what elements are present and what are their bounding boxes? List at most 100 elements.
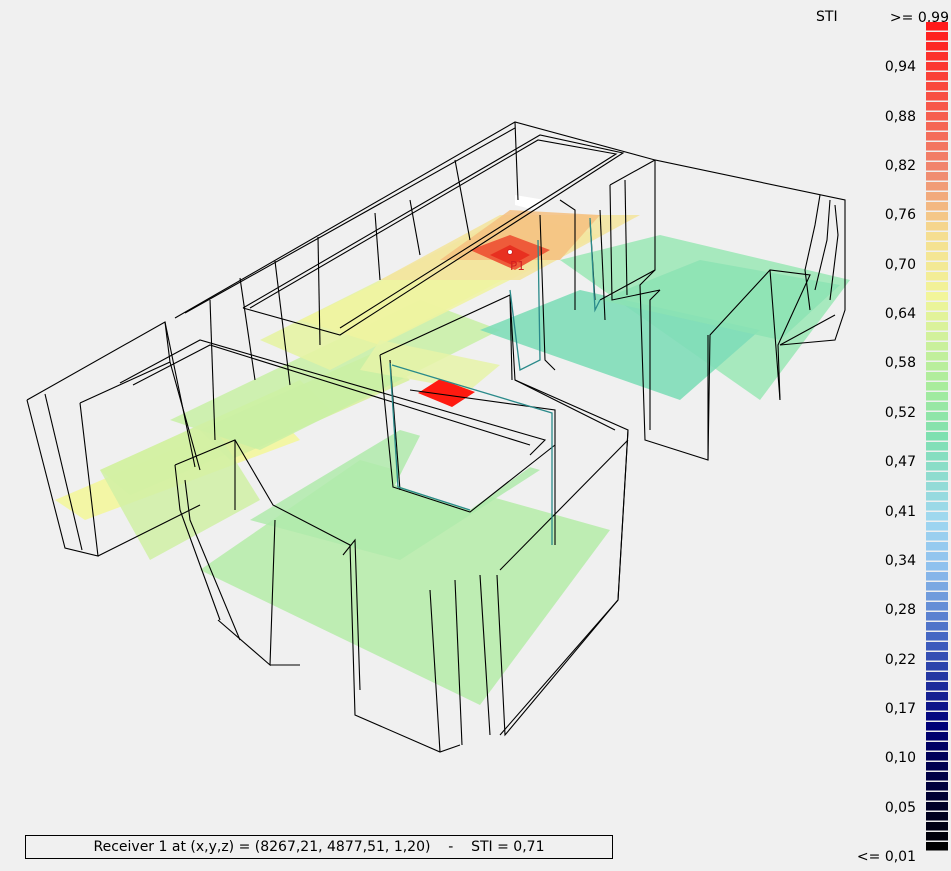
color-scale-band	[926, 92, 948, 101]
color-scale-band	[926, 762, 948, 771]
color-scale-band	[926, 132, 948, 141]
color-scale-band	[926, 112, 948, 121]
color-scale-band	[926, 642, 948, 651]
color-scale-band	[926, 352, 948, 361]
color-scale-band	[926, 292, 948, 301]
legend-title: STI	[816, 9, 838, 25]
legend-label: <= 0,01	[856, 849, 916, 865]
color-scale-band	[926, 772, 948, 781]
legend-label: 0,22	[884, 651, 916, 668]
color-scale-band	[926, 32, 948, 41]
color-scale-band	[926, 572, 948, 581]
color-scale-band	[926, 502, 948, 511]
legend-label: 0,34	[884, 552, 916, 569]
color-scale-band	[926, 672, 948, 681]
color-scale-band	[926, 312, 948, 321]
color-scale-band	[926, 812, 948, 821]
color-scale-band	[926, 752, 948, 761]
color-scale-band	[926, 412, 948, 421]
color-scale-band	[926, 322, 948, 331]
3d-viewport[interactable]: P1	[0, 0, 951, 871]
color-scale-band	[926, 362, 948, 371]
color-scale-band	[926, 682, 948, 691]
color-scale-band	[926, 382, 948, 391]
color-scale-band	[926, 182, 948, 191]
legend-label: 0,28	[884, 602, 916, 619]
legend-label: 0,82	[884, 158, 916, 175]
color-scale-band	[926, 102, 948, 111]
color-scale-band	[926, 52, 948, 61]
color-scale-band	[926, 422, 948, 431]
sti-color-scale	[926, 22, 948, 851]
color-scale-band	[926, 632, 948, 641]
color-scale-band	[926, 372, 948, 381]
color-scale-band	[926, 252, 948, 261]
color-scale-band	[926, 192, 948, 201]
color-scale-band	[926, 212, 948, 221]
color-scale-band	[926, 332, 948, 341]
color-scale-band	[926, 492, 948, 501]
color-scale-band	[926, 722, 948, 731]
legend-label: 0,52	[884, 404, 916, 421]
color-scale-band	[926, 652, 948, 661]
legend-label: 0,41	[884, 503, 916, 520]
legend-label: 0,47	[884, 454, 916, 471]
color-scale-band	[926, 22, 948, 31]
color-scale-band	[926, 842, 948, 851]
color-scale-band	[926, 792, 948, 801]
color-scale-band	[926, 402, 948, 411]
legend-label: 0,64	[884, 306, 916, 323]
legend-label: 0,76	[884, 207, 916, 224]
legend-label: 0,17	[884, 700, 916, 717]
legend-label: 0,88	[884, 108, 916, 125]
color-scale-band	[926, 822, 948, 831]
color-scale-band	[926, 522, 948, 531]
color-scale-band	[926, 692, 948, 701]
color-scale-band	[926, 442, 948, 451]
color-scale-band	[926, 622, 948, 631]
color-scale-band	[926, 262, 948, 271]
color-scale-band	[926, 612, 948, 621]
color-scale-band	[926, 62, 948, 71]
color-scale-band	[926, 172, 948, 181]
color-scale-band	[926, 542, 948, 551]
color-scale-band	[926, 702, 948, 711]
color-scale-band	[926, 482, 948, 491]
color-scale-band	[926, 462, 948, 471]
color-scale-band	[926, 472, 948, 481]
color-scale-band	[926, 662, 948, 671]
color-scale-band	[926, 602, 948, 611]
color-scale-band	[926, 122, 948, 131]
color-scale-band	[926, 302, 948, 311]
color-scale-band	[926, 582, 948, 591]
color-scale-band	[926, 532, 948, 541]
color-scale-band	[926, 202, 948, 211]
legend-label: 0,94	[884, 59, 916, 76]
color-scale-band	[926, 832, 948, 841]
legend-label: 0,70	[884, 256, 916, 273]
color-scale-band	[926, 552, 948, 561]
color-scale-band	[926, 82, 948, 91]
color-scale-band	[926, 712, 948, 721]
color-scale-band	[926, 162, 948, 171]
color-scale-band	[926, 152, 948, 161]
color-scale-band	[926, 272, 948, 281]
color-scale-band	[926, 342, 948, 351]
legend-label: 0,10	[884, 750, 916, 767]
color-scale-band	[926, 232, 948, 241]
color-scale-band	[926, 562, 948, 571]
color-scale-band	[926, 512, 948, 521]
color-scale-band	[926, 742, 948, 751]
color-scale-band	[926, 282, 948, 291]
legend-label: 0,58	[884, 355, 916, 372]
color-scale-band	[926, 72, 948, 81]
color-scale-band	[926, 222, 948, 231]
color-scale-band	[926, 392, 948, 401]
legend-label: 0,05	[884, 799, 916, 816]
receiver-label: P1	[510, 259, 525, 273]
color-scale-band	[926, 242, 948, 251]
status-bar: Receiver 1 at (x,y,z) = (8267,21, 4877,5…	[25, 835, 613, 859]
color-scale-band	[926, 452, 948, 461]
color-scale-band	[926, 42, 948, 51]
color-scale-band	[926, 782, 948, 791]
